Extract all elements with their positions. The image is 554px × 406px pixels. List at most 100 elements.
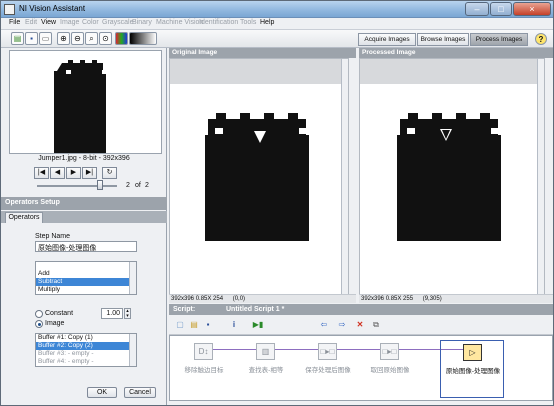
- left-panel: Jumper1.jpg - 8-bit - 392x396 |◀ ◀ ▶ ▶| …: [1, 48, 167, 405]
- buffer-item-selected[interactable]: Buffer #2: Copy (2): [36, 342, 136, 350]
- image-slider-track[interactable]: [37, 185, 117, 187]
- operator-list[interactable]: Add Subtract Multiply: [35, 261, 137, 295]
- menu-image[interactable]: Image: [60, 19, 79, 26]
- processed-image-vscroll[interactable]: [537, 59, 544, 295]
- window-title: NI Vision Assistant: [19, 4, 86, 13]
- script-step[interactable]: ▥ 查找表-相等: [234, 340, 298, 398]
- ok-button[interactable]: OK: [87, 387, 117, 398]
- processed-jumper-image: [397, 113, 501, 241]
- constant-radio[interactable]: [35, 310, 43, 318]
- page-of-label: of: [135, 182, 141, 189]
- operator-item[interactable]: Multiply: [36, 286, 136, 294]
- menu-view[interactable]: View: [41, 19, 56, 26]
- original-image-status: 392x396 0.85X 254 (0,0): [169, 294, 356, 303]
- operator-item[interactable]: Add: [36, 270, 136, 278]
- last-image-button[interactable]: ▶|: [82, 167, 97, 179]
- maximize-button[interactable]: □: [490, 2, 512, 16]
- processed-image-view[interactable]: [359, 58, 545, 302]
- script-step[interactable]: D↕ 移除触边目标: [172, 340, 236, 398]
- script-label: Script:: [173, 306, 196, 313]
- step-name-field[interactable]: 原始图像-处理图像: [35, 241, 137, 252]
- processed-status-coord: (9,305): [422, 296, 442, 302]
- zoom-actual-icon[interactable]: ⊙: [99, 32, 112, 45]
- buffer-list[interactable]: Buffer #1: Copy (1) Buffer #2: Copy (2) …: [35, 333, 137, 367]
- loop-icon[interactable]: ↻: [102, 167, 117, 179]
- menu-grayscale[interactable]: Grayscale: [102, 19, 134, 26]
- step-back-icon[interactable]: ⇦: [317, 318, 331, 331]
- tab-operators[interactable]: Operators: [5, 212, 43, 223]
- lut-gradient-icon[interactable]: [129, 32, 157, 45]
- palette-icon[interactable]: [115, 32, 128, 45]
- constant-spinner[interactable]: ▴ ▾: [124, 308, 131, 319]
- original-image-view[interactable]: [169, 58, 349, 302]
- menu-machine-vision[interactable]: Machine Vision: [156, 19, 203, 26]
- zoom-in-icon[interactable]: ⊕: [57, 32, 70, 45]
- zoom-out-icon[interactable]: ⊖: [71, 32, 84, 45]
- operator-item[interactable]: [36, 262, 136, 270]
- operator-list-scrollbar[interactable]: [129, 262, 136, 294]
- save-script-icon[interactable]: ▪: [201, 318, 215, 331]
- close-button[interactable]: ×: [513, 2, 551, 16]
- main-toolbar: ▤ ▪ ▭ ⊕ ⊖ ⌕ ⊙ Acquire Images Browse Imag…: [1, 30, 553, 48]
- delete-step-icon[interactable]: ✕: [353, 318, 367, 331]
- original-status-size: 392x396 0.85X 254: [171, 296, 224, 302]
- original-jumper-image: [205, 113, 309, 241]
- run-script-icon[interactable]: ▶▮: [249, 318, 267, 331]
- zoom-fit-icon[interactable]: ⌕: [85, 32, 98, 45]
- save-image-icon[interactable]: ▪: [25, 32, 38, 45]
- operator-item-selected[interactable]: Subtract: [36, 278, 136, 286]
- script-step-current[interactable]: ▷ 原始图像-处理图像: [440, 340, 504, 398]
- menu-color[interactable]: Color: [82, 19, 99, 26]
- previous-image-button[interactable]: ◀: [50, 167, 65, 179]
- original-image-vscroll[interactable]: [341, 59, 348, 295]
- image-buffer-icon: □▸□: [380, 343, 399, 360]
- constant-value-field[interactable]: 1.00: [101, 308, 123, 319]
- step-forward-icon[interactable]: ⇨: [335, 318, 349, 331]
- process-images-button[interactable]: Process Images: [470, 33, 528, 46]
- first-image-button[interactable]: |◀: [34, 167, 49, 179]
- buffer-item[interactable]: Buffer #4: - empty -: [36, 358, 136, 366]
- open-image-icon[interactable]: ▤: [11, 32, 24, 45]
- processed-image-header: Processed Image: [359, 48, 553, 58]
- image-slider-thumb[interactable]: [97, 180, 103, 190]
- step-label: 查找表-相等: [248, 367, 284, 374]
- buffer-item[interactable]: Buffer #3: - empty -: [36, 350, 136, 358]
- menu-binary[interactable]: Binary: [132, 19, 152, 26]
- open-script-icon[interactable]: ▤: [187, 318, 201, 331]
- print-icon[interactable]: ▭: [39, 32, 52, 45]
- script-name: Untitled Script 1 *: [226, 306, 285, 313]
- next-image-button[interactable]: ▶: [66, 167, 81, 179]
- buffer-list-scrollbar[interactable]: [129, 334, 136, 366]
- buffer-item[interactable]: Buffer #1: Copy (1): [36, 334, 136, 342]
- app-icon: [4, 4, 15, 15]
- info-icon[interactable]: i: [227, 318, 241, 331]
- app-window: NI Vision Assistant – □ × File Edit View…: [0, 0, 554, 406]
- script-step[interactable]: □▸□ 取回原始图像: [358, 340, 422, 398]
- new-script-icon[interactable]: ▢: [173, 318, 187, 331]
- acquire-images-button[interactable]: Acquire Images: [358, 33, 416, 46]
- script-toolbar: ▢ ▤ ▪ i ▶▮ ⇦ ⇨ ✕ ⧉: [169, 315, 553, 335]
- menu-tools[interactable]: Tools: [240, 19, 256, 26]
- menu-edit[interactable]: Edit: [25, 19, 37, 26]
- menu-help[interactable]: Help: [260, 19, 274, 26]
- script-header: Script: Untitled Script 1 *: [169, 304, 553, 315]
- thumbnail-jumper-image: [54, 60, 107, 153]
- script-step[interactable]: □▸□ 保存处理后图像: [296, 340, 360, 398]
- menu-file[interactable]: File: [9, 19, 20, 26]
- image-radio[interactable]: [35, 320, 43, 328]
- operators-icon: ▷: [463, 344, 482, 361]
- help-icon[interactable]: ?: [535, 33, 547, 45]
- browse-images-button[interactable]: Browse Images: [417, 33, 469, 46]
- image-thumbnail[interactable]: [9, 50, 162, 154]
- lookup-table-icon: ▥: [256, 343, 275, 360]
- menu-identification[interactable]: Identification: [199, 19, 238, 26]
- step-label: 原始图像-处理图像: [445, 368, 501, 375]
- script-area: D↕ 移除触边目标 ▥ 查找表-相等 □▸□ 保存处理后图像 □▸□ 取回原始图…: [169, 335, 553, 401]
- cancel-button[interactable]: Cancel: [124, 387, 156, 398]
- processed-image-status: 392x396 0.85X 255 (9,305): [359, 294, 553, 303]
- copy-step-icon[interactable]: ⧉: [369, 318, 383, 331]
- minimize-button[interactable]: –: [465, 2, 489, 16]
- setup-tab-strip: Operators: [1, 211, 167, 223]
- image-label: Image: [45, 320, 65, 327]
- operators-setup-header: Operators Setup: [1, 197, 167, 210]
